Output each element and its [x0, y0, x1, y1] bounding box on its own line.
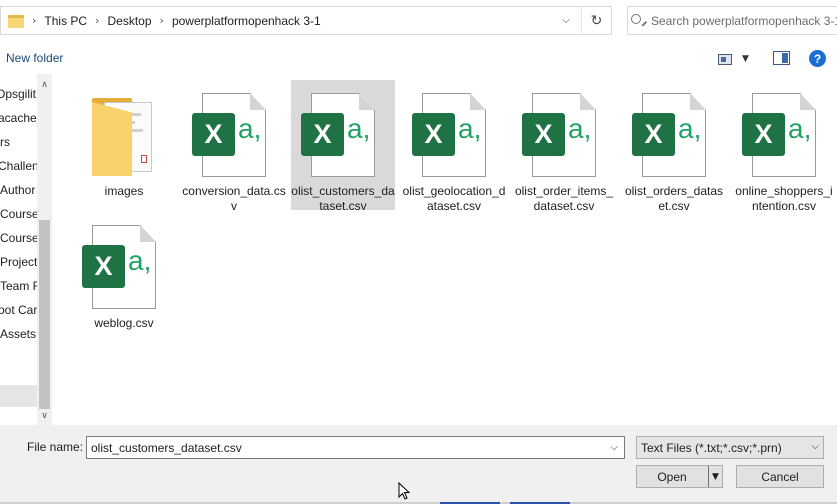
file-name: weblog.csv [94, 316, 154, 330]
file-name-input[interactable] [87, 440, 597, 455]
excel-csv-icon: Xa, [301, 93, 375, 177]
nav-item[interactable]: oot Car [0, 303, 37, 317]
chevron-right-icon[interactable]: › [160, 14, 164, 27]
file-name: olist_geolocation_dataset.csv [402, 184, 506, 213]
chevron-down-icon: ⌵ [811, 441, 819, 452]
help-button[interactable]: ? [809, 50, 826, 67]
nav-item[interactable]: Opsgilit [0, 87, 36, 101]
search-input[interactable]: Search powerplatformopenhack 3-1 [651, 14, 837, 28]
file-item-olist-geolocation-dataset[interactable]: Xa, olist_geolocation_dataset.csv [402, 80, 506, 213]
address-history-dropdown-button[interactable]: ⌵ [554, 7, 578, 34]
search-box[interactable]: Search powerplatformopenhack 3-1 [627, 6, 837, 35]
file-name-combobox[interactable]: ⌵ [86, 436, 625, 459]
dialog-footer: File name: ⌵ Text Files (*.txt;*.csv;*.p… [0, 425, 837, 504]
chevron-down-icon[interactable]: ▼ [742, 54, 749, 64]
nav-selected-highlight [0, 385, 38, 407]
nav-scrollbar[interactable]: ∧ ∨ [37, 74, 52, 425]
nav-item[interactable]: Project [0, 255, 37, 269]
file-name: olist_order_items_dataset.csv [514, 184, 614, 213]
open-options-dropdown[interactable]: ▼ [708, 466, 722, 487]
scroll-up-icon[interactable]: ∧ [37, 77, 52, 92]
cancel-button[interactable]: Cancel [736, 465, 824, 488]
command-toolbar: New folder ▼ ? [0, 42, 837, 74]
excel-csv-icon: Xa, [632, 93, 706, 177]
file-name: olist_customers_dataset.csv [291, 184, 395, 213]
breadcrumb-current-folder[interactable]: powerplatformopenhack 3-1 [172, 14, 321, 28]
nav-item[interactable]: Author [0, 183, 35, 197]
nav-item[interactable]: rs [0, 135, 10, 149]
view-icon [718, 53, 732, 65]
file-item-olist-order-items-dataset[interactable]: Xa, olist_order_items_dataset.csv [512, 80, 616, 213]
open-button-label: Open [657, 469, 687, 484]
file-list: images Xa, conversion_data.csv Xa, olist… [52, 74, 837, 425]
nav-item[interactable]: Assets [0, 327, 36, 341]
file-name: images [104, 184, 144, 198]
file-item-olist-orders-dataset[interactable]: Xa, olist_orders_dataset.csv [622, 80, 726, 213]
file-item-images[interactable]: images [72, 80, 176, 210]
nav-item[interactable]: Course [0, 231, 38, 245]
scroll-down-icon[interactable]: ∨ [37, 408, 52, 423]
chevron-right-icon[interactable]: › [32, 14, 36, 27]
nav-item[interactable]: acache [0, 111, 37, 125]
excel-csv-icon: Xa, [522, 93, 596, 177]
file-name-label: File name: [27, 440, 84, 454]
file-item-conversion-data[interactable]: Xa, conversion_data.csv [182, 80, 286, 213]
nav-item[interactable]: Course [0, 207, 38, 221]
excel-csv-icon: Xa, [82, 225, 156, 309]
folder-icon [8, 14, 24, 28]
file-item-olist-customers-dataset[interactable]: Xa, olist_customers_dataset.csv [291, 80, 395, 213]
excel-csv-icon: Xa, [742, 93, 816, 177]
nav-item[interactable]: Challen [0, 159, 38, 173]
refresh-icon: ↻ [590, 12, 603, 29]
refresh-button[interactable]: ↻ [581, 7, 611, 34]
file-name: online_shoppers_intention.csv [735, 184, 833, 213]
chevron-right-icon[interactable]: › [95, 14, 99, 27]
chevron-down-icon: ⌵ [562, 15, 570, 26]
file-item-weblog[interactable]: Xa, weblog.csv [72, 212, 176, 342]
excel-csv-icon: Xa, [412, 93, 486, 177]
breadcrumb-this-pc[interactable]: This PC [44, 14, 87, 28]
file-type-select[interactable]: Text Files (*.txt;*.csv;*.prn) ⌵ [636, 436, 824, 459]
excel-csv-icon: Xa, [192, 93, 266, 177]
file-name: conversion_data.csv [182, 184, 286, 213]
breadcrumb-desktop[interactable]: Desktop [108, 14, 152, 28]
preview-pane-button[interactable] [773, 51, 790, 65]
nav-item[interactable]: Team F [0, 279, 38, 293]
open-button[interactable]: Open ▼ [636, 465, 723, 488]
new-folder-button[interactable]: New folder [6, 51, 63, 65]
mouse-cursor-icon [398, 482, 410, 500]
folder-icon [90, 94, 158, 180]
navigation-pane: Opsgilit acache rs Challen Author Course… [0, 74, 38, 425]
file-item-online-shoppers-intention[interactable]: Xa, online_shoppers_intention.csv [732, 80, 836, 213]
scrollbar-thumb[interactable] [39, 220, 50, 409]
change-view-button[interactable]: ▼ [718, 50, 758, 68]
file-type-value: Text Files (*.txt;*.csv;*.prn) [641, 440, 782, 455]
file-name: olist_orders_dataset.csv [624, 184, 724, 213]
address-bar[interactable]: › This PC › Desktop › powerplatformopenh… [0, 6, 612, 35]
address-bar-row: › This PC › Desktop › powerplatformopenh… [0, 0, 837, 42]
chevron-down-icon[interactable]: ⌵ [604, 437, 624, 458]
